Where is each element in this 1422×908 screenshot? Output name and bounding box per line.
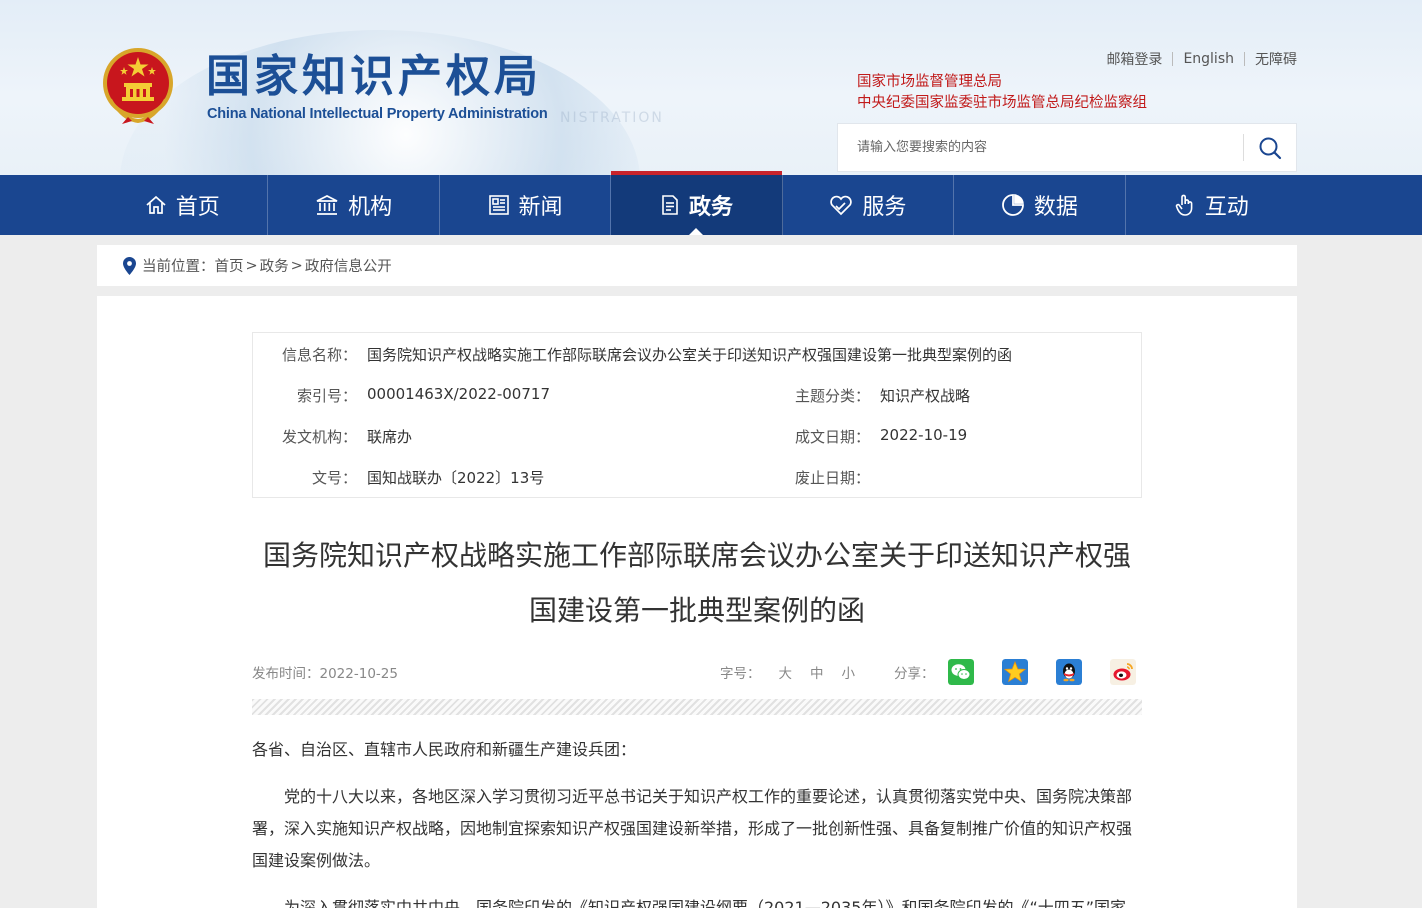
discipline-inspection-link[interactable]: 中央纪委国家监委驻市场监管总局纪检监察组 xyxy=(857,93,1147,114)
info-index-label: 索引号： xyxy=(296,387,357,405)
info-date-label: 成文日期： xyxy=(794,428,870,446)
nav-interaction-label: 互动 xyxy=(1204,195,1249,220)
search-box xyxy=(837,123,1297,172)
department-links: 国家市场监督管理总局 中央纪委国家监委驻市场监管总局纪检监察组 xyxy=(857,72,1147,114)
publish-date: 2022-10-25 xyxy=(319,666,398,682)
font-size-switcher: 字号： 大 中 小 xyxy=(720,662,855,682)
hand-icon xyxy=(1175,194,1193,216)
header-watermark: NISTRATION xyxy=(560,110,664,126)
chart-pie-icon xyxy=(1001,194,1024,216)
font-size-large[interactable]: 大 xyxy=(779,662,793,682)
search-input[interactable] xyxy=(838,124,1243,171)
location-pin-icon xyxy=(123,256,136,275)
site-header: NISTRATION 国家知识产权局 China National Intell… xyxy=(0,0,1422,175)
info-expire-label: 废止日期： xyxy=(794,469,870,487)
article-body: 各省、自治区、直辖市人民政府和新疆生产建设兵团： 党的十八大以来，各地区深入学习… xyxy=(252,734,1142,908)
publish-label: 发布时间： xyxy=(252,666,320,682)
nav-news[interactable]: 新闻 xyxy=(440,175,612,235)
nav-government-affairs-label: 政务 xyxy=(688,195,733,220)
site-title[interactable]: 国家知识产权局 xyxy=(206,52,542,102)
info-index-cell: 索引号： 00001463X/2022-00717 xyxy=(253,385,550,406)
home-icon xyxy=(146,195,166,214)
info-issuer-label: 发文机构： xyxy=(281,428,357,446)
info-expire-cell: 废止日期： xyxy=(766,467,880,488)
article-panel: 信息名称： 国务院知识产权战略实施工作部际联席会议办公室关于印送知识产权强国建设… xyxy=(97,296,1297,908)
site-subtitle: China National Intellectual Property Adm… xyxy=(207,106,548,122)
nav-home[interactable]: 首页 xyxy=(97,175,269,235)
breadcrumb-government-affairs[interactable]: 政务 xyxy=(260,255,289,276)
nav-data-label: 数据 xyxy=(1033,195,1078,220)
info-name-label: 信息名称： xyxy=(281,346,357,364)
nav-service-label: 服务 xyxy=(862,195,907,220)
search-icon xyxy=(1259,137,1282,159)
breadcrumb-separator: > xyxy=(245,257,258,274)
top-links: 邮箱登录 English 无障碍 xyxy=(1096,49,1297,69)
institution-icon xyxy=(316,195,338,215)
breadcrumb: 当前位置： 首页 > 政务 > 政府信息公开 xyxy=(97,245,1297,286)
font-size-label: 字号： xyxy=(720,666,761,682)
nav-institution-label: 机构 xyxy=(348,195,393,220)
breadcrumb-prefix: 当前位置： xyxy=(142,259,215,275)
salutation: 各省、自治区、直辖市人民政府和新疆生产建设兵团： xyxy=(252,740,637,759)
breadcrumb-separator: > xyxy=(290,257,303,274)
info-docno-label: 文号： xyxy=(311,469,357,487)
nav-government-affairs[interactable]: 政务 xyxy=(611,171,783,235)
paragraph: 党的十八大以来，各地区深入学习贯彻习近平总书记关于知识产权工作的重要论述，认真贯… xyxy=(252,787,1133,870)
nav-home-label: 首页 xyxy=(175,195,220,220)
breadcrumb-home[interactable]: 首页 xyxy=(215,255,244,276)
accessibility-link[interactable]: 无障碍 xyxy=(1245,49,1297,69)
info-topic-label: 主题分类： xyxy=(794,387,870,405)
paragraph: 为深入贯彻落实中共中央、国务院印发的《知识产权强国建设纲要（2021—2035年… xyxy=(284,898,1127,908)
font-size-medium[interactable]: 中 xyxy=(810,662,824,682)
weibo-icon[interactable] xyxy=(1110,659,1136,685)
search-button[interactable] xyxy=(1244,124,1296,171)
share-label: 分享： xyxy=(894,666,935,682)
qq-icon[interactable] xyxy=(1056,659,1082,685)
english-link[interactable]: English xyxy=(1173,51,1244,67)
info-topic-cell: 主题分类： 知识产权战略 xyxy=(766,385,970,406)
info-expire-value xyxy=(870,467,880,488)
nav-data[interactable]: 数据 xyxy=(954,175,1126,235)
info-index-value: 00001463X/2022-00717 xyxy=(367,385,550,403)
national-emblem-logo[interactable] xyxy=(100,47,176,125)
service-icon xyxy=(830,195,853,216)
info-date-cell: 成文日期： 2022-10-19 xyxy=(766,426,967,447)
info-name-value: 国务院知识产权战略实施工作部际联席会议办公室关于印送知识产权强国建设第一批典型案… xyxy=(367,346,1013,364)
info-date-value: 2022-10-19 xyxy=(880,426,968,444)
main-nav: 首页 机构 新闻 政务 服务 数据 互动 xyxy=(0,171,1422,235)
publish-info: 发布时间：2022-10-25 xyxy=(252,662,398,682)
info-topic-value: 知识产权战略 xyxy=(880,387,971,405)
nav-news-label: 新闻 xyxy=(518,195,563,220)
nav-service[interactable]: 服务 xyxy=(783,175,955,235)
samr-link[interactable]: 国家市场监督管理总局 xyxy=(857,72,1147,93)
wechat-icon[interactable] xyxy=(948,659,974,685)
info-issuer-cell: 发文机构： 联席办 xyxy=(253,426,412,447)
nav-institution[interactable]: 机构 xyxy=(268,175,440,235)
breadcrumb-info-disclosure[interactable]: 政府信息公开 xyxy=(305,255,392,276)
news-icon xyxy=(488,195,509,215)
document-info-table: 信息名称： 国务院知识产权战略实施工作部际联席会议办公室关于印送知识产权强国建设… xyxy=(252,332,1142,498)
article-title: 国务院知识产权战略实施工作部际联席会议办公室关于印送知识产权强国建设第一批典型案… xyxy=(262,539,1131,627)
info-docno-value: 国知战联办〔2022〕13号 xyxy=(367,469,545,487)
qzone-icon[interactable] xyxy=(1002,659,1028,685)
document-icon xyxy=(662,195,678,215)
info-name-cell: 信息名称： 国务院知识产权战略实施工作部际联席会议办公室关于印送知识产权强国建设… xyxy=(253,344,1012,365)
mail-login-link[interactable]: 邮箱登录 xyxy=(1096,49,1172,69)
font-size-small[interactable]: 小 xyxy=(842,662,856,682)
info-docno-cell: 文号： 国知战联办〔2022〕13号 xyxy=(253,467,544,488)
divider-hatch xyxy=(252,699,1142,715)
info-issuer-value: 联席办 xyxy=(367,428,413,446)
article-meta: 发布时间：2022-10-25 字号： 大 中 小 分享： xyxy=(252,659,1142,688)
nav-interaction[interactable]: 互动 xyxy=(1126,175,1297,235)
